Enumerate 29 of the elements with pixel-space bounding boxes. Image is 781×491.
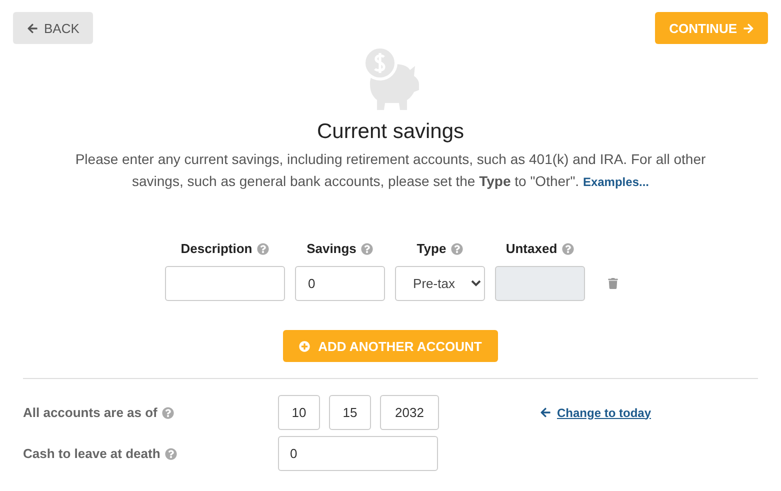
- column-header: Type: [416, 241, 446, 256]
- arrow-left-icon: [540, 407, 551, 418]
- description-field[interactable]: [165, 266, 285, 301]
- date-field[interactable]: 2032: [380, 395, 439, 430]
- type-select[interactable]: Pre-tax: [395, 266, 485, 301]
- column-header: Savings: [306, 241, 356, 256]
- trash-icon[interactable]: [608, 278, 618, 289]
- page-title: Current savings: [316, 120, 464, 144]
- intro-text: Please enter any current savings, including retirement accounts, such as 401(k) and IRA. For all other savings, such as general bank accounts, please set the Type to "Other". Examples...: [74, 150, 707, 191]
- help-icon[interactable]: [162, 406, 174, 418]
- savings-field[interactable]: 0: [295, 266, 385, 301]
- arrow-left-icon: [27, 22, 38, 34]
- change-to-today-link[interactable]: Change to today: [540, 406, 758, 420]
- help-icon[interactable]: [361, 242, 374, 254]
- date-field[interactable]: 10: [278, 395, 320, 430]
- cash-field[interactable]: 0: [278, 436, 438, 471]
- back-button[interactable]: BACK: [13, 12, 94, 44]
- help-icon[interactable]: [562, 242, 574, 254]
- setting-label: All accounts are as of: [23, 405, 158, 420]
- arrow-right-icon: [743, 22, 754, 34]
- help-icon[interactable]: [257, 242, 270, 254]
- column-header: Untaxed: [506, 241, 558, 256]
- examples-link[interactable]: Examples...: [582, 175, 649, 189]
- help-icon[interactable]: [451, 242, 464, 254]
- help-icon[interactable]: [165, 448, 178, 460]
- setting-label: Cash to leave at death: [23, 446, 160, 461]
- plus-icon: [299, 340, 310, 352]
- column-header: Description: [180, 241, 252, 256]
- date-field[interactable]: 15: [329, 395, 371, 430]
